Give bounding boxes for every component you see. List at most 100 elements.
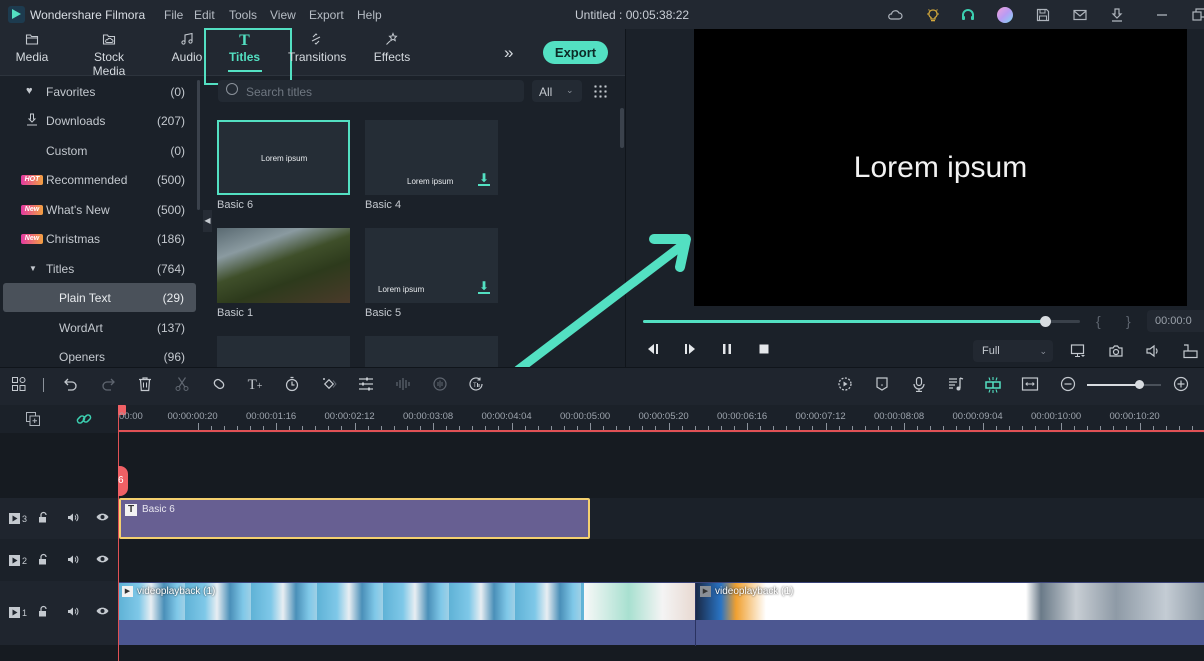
speaker-icon[interactable] — [67, 606, 79, 620]
mark-out-button[interactable]: } — [1126, 313, 1131, 329]
audio-mixer-icon[interactable] — [947, 376, 965, 394]
snap-magnet-icon[interactable] — [984, 376, 1002, 394]
clip-boundary[interactable] — [695, 583, 696, 646]
mail-icon[interactable] — [1072, 7, 1088, 23]
speech-to-text-icon[interactable]: T — [467, 376, 485, 394]
zoom-in-icon[interactable] — [1172, 376, 1190, 394]
category-downloads[interactable]: Downloads (207) — [0, 106, 200, 135]
title-thumbnail[interactable] — [217, 336, 350, 367]
link-icon[interactable] — [76, 411, 92, 430]
menu-file[interactable]: File — [164, 8, 183, 22]
filter-dropdown[interactable]: All ⌄ — [532, 80, 582, 102]
title-thumbnail-basic-4[interactable]: Lorem ipsum ⬇ — [365, 120, 498, 195]
mark-in-button[interactable]: { — [1096, 313, 1101, 329]
add-track-icon[interactable] — [25, 411, 41, 430]
lock-icon[interactable] — [38, 553, 49, 568]
category-whats-new[interactable]: New What's New (500) — [0, 195, 200, 224]
category-plain-text[interactable]: Plain Text (29) — [3, 283, 196, 312]
category-scrollbar[interactable] — [197, 80, 200, 210]
tab-titles[interactable]: T Titles — [222, 32, 267, 72]
category-custom[interactable]: Custom (0) — [0, 136, 200, 165]
category-christmas[interactable]: New Christmas (186) — [0, 224, 200, 253]
menu-view[interactable]: View — [270, 8, 296, 22]
speaker-icon[interactable] — [67, 512, 79, 526]
title-thumbnail[interactable] — [365, 336, 498, 367]
category-wordart[interactable]: WordArt (137) — [0, 313, 200, 342]
menu-tools[interactable]: Tools — [229, 8, 257, 22]
keyframe-icon[interactable] — [320, 376, 338, 394]
title-thumbnail-basic-1[interactable] — [217, 228, 350, 303]
zoom-out-icon[interactable] — [1059, 376, 1077, 394]
lightbulb-icon[interactable] — [925, 7, 941, 23]
speed-timer-icon[interactable] — [283, 376, 301, 394]
menu-help[interactable]: Help — [357, 8, 382, 22]
caret-down-icon[interactable]: ▼ — [29, 264, 37, 273]
lock-icon[interactable] — [38, 605, 49, 620]
color-adjust-icon[interactable] — [357, 376, 375, 394]
render-preview-icon[interactable] — [836, 376, 854, 394]
speaker-icon[interactable] — [67, 554, 79, 568]
title-thumbnail-basic-6[interactable]: Lorem ipsum — [217, 120, 350, 195]
volume-icon[interactable] — [1145, 343, 1161, 359]
grid-view-icon[interactable] — [593, 84, 607, 98]
download-icon[interactable] — [1109, 7, 1125, 23]
zoom-knob[interactable] — [1134, 380, 1144, 389]
delete-icon[interactable] — [136, 376, 154, 394]
add-text-icon[interactable]: T+ — [246, 376, 264, 394]
scissors-icon[interactable] — [173, 376, 191, 394]
download-icon[interactable]: ⬇ — [478, 280, 490, 294]
layout-icon[interactable] — [10, 376, 28, 394]
timeline-zoom-slider[interactable] — [1087, 380, 1161, 389]
undo-icon[interactable] — [62, 376, 80, 394]
category-label: What's New — [46, 203, 110, 217]
title-thumbnail-basic-5[interactable]: Lorem ipsum ⬇ — [365, 228, 498, 303]
microphone-icon[interactable] — [910, 376, 928, 394]
quality-dropdown[interactable]: Full ⌄ — [973, 340, 1053, 362]
cloud-icon[interactable] — [887, 7, 903, 23]
tab-stock-media[interactable]: Stock Media — [76, 32, 142, 78]
ruler-tick — [576, 426, 578, 430]
tab-media[interactable]: Media — [12, 32, 52, 72]
menu-export[interactable]: Export — [309, 8, 344, 22]
playhead-line[interactable] — [118, 405, 119, 661]
eye-icon[interactable] — [96, 606, 109, 619]
playback-progress-slider[interactable] — [643, 316, 1080, 327]
collapse-panel-button[interactable]: ◀ — [203, 210, 212, 232]
display-icon[interactable] — [1070, 343, 1086, 359]
category-titles[interactable]: ▼ Titles (764) — [0, 254, 200, 283]
search-input[interactable]: Search titles — [218, 80, 524, 102]
save-icon[interactable] — [1035, 7, 1051, 23]
minimize-icon[interactable] — [1154, 7, 1170, 23]
fit-timeline-icon[interactable] — [1021, 376, 1039, 394]
gallery-scrollbar[interactable] — [620, 108, 624, 148]
lock-icon[interactable] — [38, 511, 49, 526]
playhead-handle[interactable]: 6 — [118, 466, 128, 496]
category-recommended[interactable]: HOT Recommended (500) — [0, 165, 200, 194]
audio-waveform-icon[interactable] — [394, 376, 412, 394]
title-clip-basic-6[interactable]: T Basic 6 — [119, 498, 590, 539]
snapshot-camera-icon[interactable] — [1108, 343, 1124, 359]
audio-stretch-icon[interactable] — [431, 376, 449, 394]
category-favorites[interactable]: ♥ Favorites (0) — [0, 77, 200, 106]
video-clip-track-1[interactable]: ▶ videoplayback (1) ▶ videoplayback (1) — [119, 582, 1204, 646]
avatar-icon[interactable] — [997, 7, 1013, 23]
crop-tag-icon[interactable] — [210, 376, 228, 394]
tab-transitions[interactable]: Transitions — [288, 32, 346, 72]
eye-icon[interactable] — [96, 554, 109, 567]
progress-knob[interactable] — [1040, 316, 1052, 327]
restore-icon[interactable] — [1191, 7, 1204, 23]
fullscreen-layout-icon[interactable] — [1182, 343, 1198, 359]
export-button[interactable]: Export — [543, 41, 608, 64]
clip-label: Basic 6 — [142, 504, 175, 515]
tab-effects[interactable]: Effects — [372, 32, 412, 72]
headset-icon[interactable] — [960, 7, 976, 23]
pause-icon[interactable] — [719, 343, 735, 359]
tab-audio[interactable]: Audio — [170, 32, 204, 72]
menu-edit[interactable]: Edit — [194, 8, 215, 22]
stop-icon[interactable] — [756, 343, 772, 359]
more-tabs-button[interactable]: » — [504, 43, 513, 63]
marker-icon[interactable] — [873, 376, 891, 394]
download-icon[interactable]: ⬇ — [478, 172, 490, 186]
redo-icon[interactable] — [99, 376, 117, 394]
eye-icon[interactable] — [96, 512, 109, 525]
